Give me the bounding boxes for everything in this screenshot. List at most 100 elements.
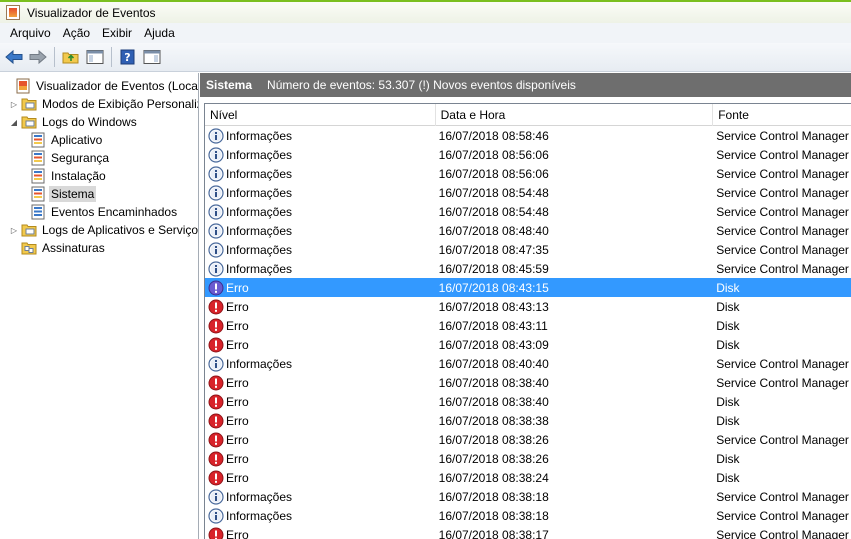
level-text: Informações	[226, 261, 293, 276]
info-icon	[208, 507, 226, 524]
event-viewer-icon	[16, 78, 30, 94]
table-row[interactable]: Informações 16/07/2018 08:54:48 Service Co…	[205, 202, 851, 221]
table-row[interactable]: Erro 16/07/2018 08:38:40 Service Control M…	[205, 373, 851, 392]
tree-item-eventos-encaminhados[interactable]: Eventos Encaminhados	[30, 203, 179, 221]
window-title: Visualizador de Eventos	[27, 5, 156, 20]
forward-arrow-icon[interactable]	[27, 46, 49, 68]
cell-level: Erro	[205, 525, 436, 539]
action-pane-icon[interactable]	[141, 46, 163, 68]
table-row[interactable]: Informações 16/07/2018 08:38:18 Service Co…	[205, 506, 851, 525]
cell-datetime: 16/07/2018 08:43:15	[438, 280, 549, 295]
log-icon	[31, 132, 45, 148]
error-icon	[208, 470, 226, 486]
cell-source: Service Control Manager	[716, 356, 849, 371]
cell-source: Disk	[716, 337, 740, 352]
column-header-fonte[interactable]: Fonte	[713, 104, 851, 126]
column-header-data-hora[interactable]: Data e Hora	[436, 104, 714, 126]
table-row[interactable]: Erro 16/07/2018 08:38:38 Disk	[205, 411, 851, 430]
tree-item-custom-views[interactable]: ▷ Modos de Exibição Personalizados	[9, 95, 198, 113]
cell-source: Service Control Manager	[716, 185, 849, 200]
info-icon	[208, 488, 226, 505]
tree-item-aplicativo[interactable]: Aplicativo	[30, 131, 104, 149]
table-row[interactable]: Erro 16/07/2018 08:38:26 Disk	[205, 449, 851, 468]
cell-level: Erro	[205, 411, 436, 430]
error-icon	[208, 432, 226, 448]
cell-datetime: 16/07/2018 08:43:09	[438, 337, 549, 352]
console-tree-icon[interactable]	[84, 46, 106, 68]
level-text: Erro	[226, 299, 249, 314]
table-row[interactable]: Erro 16/07/2018 08:43:15 Disk	[205, 278, 851, 297]
table-row[interactable]: Informações 16/07/2018 08:56:06 Service Co…	[205, 145, 851, 164]
column-header-nivel[interactable]: Nível	[205, 104, 436, 126]
table-row[interactable]: Erro 16/07/2018 08:43:13 Disk	[205, 297, 851, 316]
tree-item-sistema[interactable]: Sistema	[30, 185, 97, 203]
expand-arrow-icon[interactable]: ▷	[9, 225, 19, 235]
expand-arrow-icon[interactable]: ▷	[9, 99, 19, 109]
tree-item-windows-logs[interactable]: ◢ Logs do Windows	[9, 113, 139, 131]
cell-datetime: 16/07/2018 08:38:26	[438, 432, 549, 447]
cell-source: Disk	[716, 299, 740, 314]
table-row[interactable]: Informações 16/07/2018 08:54:48 Service Co…	[205, 183, 851, 202]
cell-datetime: 16/07/2018 08:47:35	[438, 242, 549, 257]
tree-item-label: Aplicativo	[51, 133, 103, 147]
info-icon	[208, 165, 226, 182]
cell-source: Service Control Manager	[716, 489, 849, 504]
table-row[interactable]: Informações 16/07/2018 08:47:35 Service Co…	[205, 240, 851, 259]
help-icon[interactable]: ?	[117, 46, 139, 68]
level-text: Informações	[226, 204, 293, 219]
toolbar-separator	[111, 47, 112, 67]
cell-datetime: 16/07/2018 08:38:40	[438, 394, 549, 409]
tree-item-label: Sistema	[49, 186, 97, 202]
table-row[interactable]: Erro 16/07/2018 08:38:40 Disk	[205, 392, 851, 411]
table-row[interactable]: Informações 16/07/2018 08:48:40 Service Co…	[205, 221, 851, 240]
table-row[interactable]: Erro 16/07/2018 08:43:09 Disk	[205, 335, 851, 354]
table-row[interactable]: Informações 16/07/2018 08:58:46 Service Co…	[205, 126, 851, 145]
tree-item-label: Visualizador de Eventos (Local)	[36, 79, 199, 93]
error-icon	[208, 394, 226, 410]
tree-item-app-service-logs[interactable]: ▷ Logs de Aplicativos e Serviços	[9, 221, 199, 239]
collapse-arrow-icon[interactable]: ◢	[9, 117, 19, 127]
folder-icon	[21, 98, 37, 111]
folder-up-icon[interactable]	[60, 46, 82, 68]
level-text: Erro	[226, 451, 249, 466]
toolbar: ?	[0, 43, 851, 72]
menu-arquivo[interactable]: Arquivo	[4, 26, 57, 40]
level-text: Erro	[226, 413, 249, 428]
level-text: Erro	[226, 337, 249, 352]
cell-level: Erro	[205, 316, 436, 335]
table-row[interactable]: Informações 16/07/2018 08:40:40 Service Co…	[205, 354, 851, 373]
tree-item-assinaturas[interactable]: Assinaturas	[21, 239, 107, 257]
cell-source: Service Control Manager	[716, 432, 849, 447]
menu-exibir[interactable]: Exibir	[96, 26, 138, 40]
info-icon	[208, 184, 226, 201]
tree-item-event-viewer-local[interactable]: Visualizador de Eventos (Local)	[3, 77, 199, 95]
events-pane: Sistema Número de eventos: 53.307 (!) No…	[200, 73, 851, 539]
error-icon	[208, 337, 226, 353]
table-row[interactable]: Erro 16/07/2018 08:38:17 Service Control M…	[205, 525, 851, 539]
tree-item-label: Eventos Encaminhados	[51, 205, 178, 219]
table-row[interactable]: Informações 16/07/2018 08:38:18 Service Co…	[205, 487, 851, 506]
info-icon	[208, 260, 226, 277]
error-icon	[208, 280, 226, 296]
error-icon	[208, 318, 226, 334]
table-row[interactable]: Erro 16/07/2018 08:43:11 Disk	[205, 316, 851, 335]
table-row[interactable]: Informações 16/07/2018 08:56:06 Service Co…	[205, 164, 851, 183]
tree-item-instalacao[interactable]: Instalação	[30, 167, 108, 185]
menu-ajuda[interactable]: Ajuda	[138, 26, 181, 40]
tree-item-seguranca[interactable]: Segurança	[30, 149, 111, 167]
tree-item-label: Logs de Aplicativos e Serviços	[42, 223, 199, 237]
level-text: Erro	[226, 318, 249, 333]
tree-item-label: Modos de Exibição Personalizados	[42, 97, 198, 111]
folder-icon	[21, 116, 37, 129]
cell-level: Informações	[205, 164, 436, 183]
cell-level: Informações	[205, 126, 436, 145]
back-arrow-icon[interactable]	[3, 46, 25, 68]
menu-acao[interactable]: Ação	[57, 26, 96, 40]
table-row[interactable]: Informações 16/07/2018 08:45:59 Service Co…	[205, 259, 851, 278]
cell-source: Service Control Manager	[716, 508, 849, 523]
table-row[interactable]: Erro 16/07/2018 08:38:24 Disk	[205, 468, 851, 487]
cell-level: Erro	[205, 468, 436, 487]
table-row[interactable]: Erro 16/07/2018 08:38:26 Service Control M…	[205, 430, 851, 449]
info-icon	[208, 222, 226, 239]
cell-level: Informações	[205, 240, 436, 259]
